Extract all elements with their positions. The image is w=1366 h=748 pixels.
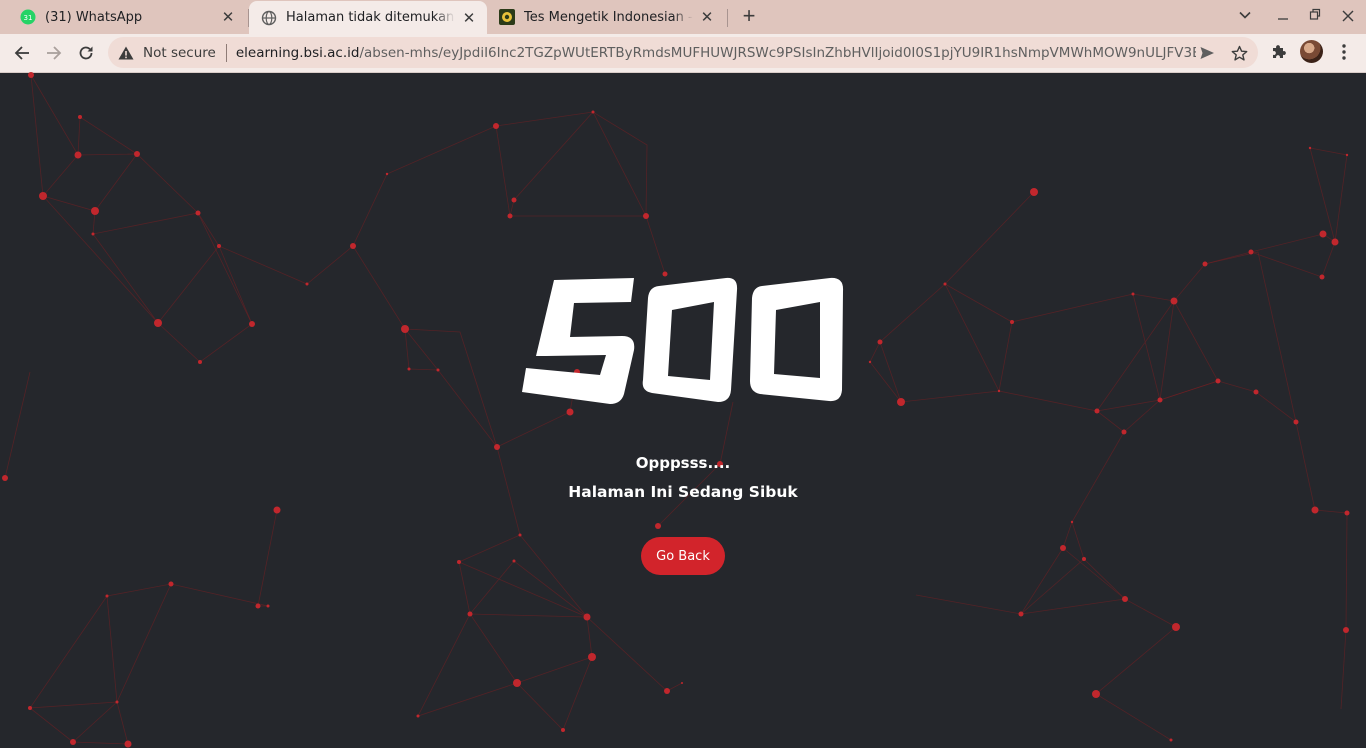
close-tab-icon[interactable]: ✕ <box>220 8 236 26</box>
error-heading: Opppsss.... <box>635 454 731 472</box>
error-subheading: Halaman Ini Sedang Sibuk <box>568 483 798 501</box>
back-arrow-icon[interactable] <box>9 40 35 66</box>
error-code-500: 500 <box>522 277 844 411</box>
globe-icon <box>261 10 277 26</box>
tab-divider <box>727 9 728 27</box>
tab-typing-test[interactable]: Tes Mengetik Indonesian - 10FastFingers … <box>487 0 725 34</box>
close-window-icon[interactable] <box>1341 8 1355 25</box>
tab-search-icon[interactable] <box>1238 8 1252 25</box>
url-host: elearning.bsi.ac.id <box>235 44 360 61</box>
url-path: /absen-mhs/eyJpdiI6Inc2TGZpWUtERTByRmdsM… <box>359 44 1196 61</box>
address-bar[interactable]: Not secure elearning.bsi.ac.id/absen-mhs… <box>108 37 1258 68</box>
error-code-text: 500 <box>684 409 686 411</box>
go-back-button[interactable]: Go Back <box>641 537 725 575</box>
tab-title: (31) WhatsApp <box>45 9 143 25</box>
tab-whatsapp[interactable]: 31 (31) WhatsApp ✕ <box>8 0 246 34</box>
tab-badge: 31 <box>24 14 33 22</box>
url-text[interactable]: elearning.bsi.ac.id/absen-mhs/eyJpdiI6In… <box>236 45 1196 61</box>
tab-title: Tes Mengetik Indonesian - 10FastFingers <box>524 9 693 25</box>
bookmark-star-icon[interactable] <box>1230 44 1248 62</box>
forward-arrow-icon[interactable] <box>41 40 67 66</box>
tab-strip: 31 (31) WhatsApp ✕ Halaman tidak ditemuk… <box>0 0 1366 34</box>
send-icon[interactable] <box>1198 44 1216 62</box>
close-tab-icon[interactable]: ✕ <box>461 9 477 27</box>
close-tab-icon[interactable]: ✕ <box>699 8 715 26</box>
restore-icon[interactable] <box>1309 8 1321 25</box>
new-tab-icon[interactable]: + <box>738 5 760 28</box>
typing-site-icon <box>499 9 515 25</box>
minimize-icon[interactable] <box>1277 8 1289 25</box>
whatsapp-icon: 31 <box>20 9 36 25</box>
warning-icon[interactable] <box>118 45 134 61</box>
reload-icon[interactable] <box>73 40 99 66</box>
omnibox-divider <box>225 43 227 62</box>
tab-title: Halaman tidak ditemukan - 500 <box>286 10 455 25</box>
security-label[interactable]: Not secure <box>143 45 216 61</box>
extensions-puzzle-icon[interactable] <box>1269 42 1289 62</box>
menu-kebab-icon[interactable] <box>1334 42 1354 62</box>
profile-avatar[interactable] <box>1300 40 1323 63</box>
browser-toolbar: Not secure elearning.bsi.ac.id/absen-mhs… <box>0 34 1366 73</box>
tab-error-page[interactable]: Halaman tidak ditemukan - 500 ✕ <box>249 1 487 34</box>
error-page: 500 Opppsss.... Halaman Ini Sedang Sibuk… <box>0 72 1366 748</box>
